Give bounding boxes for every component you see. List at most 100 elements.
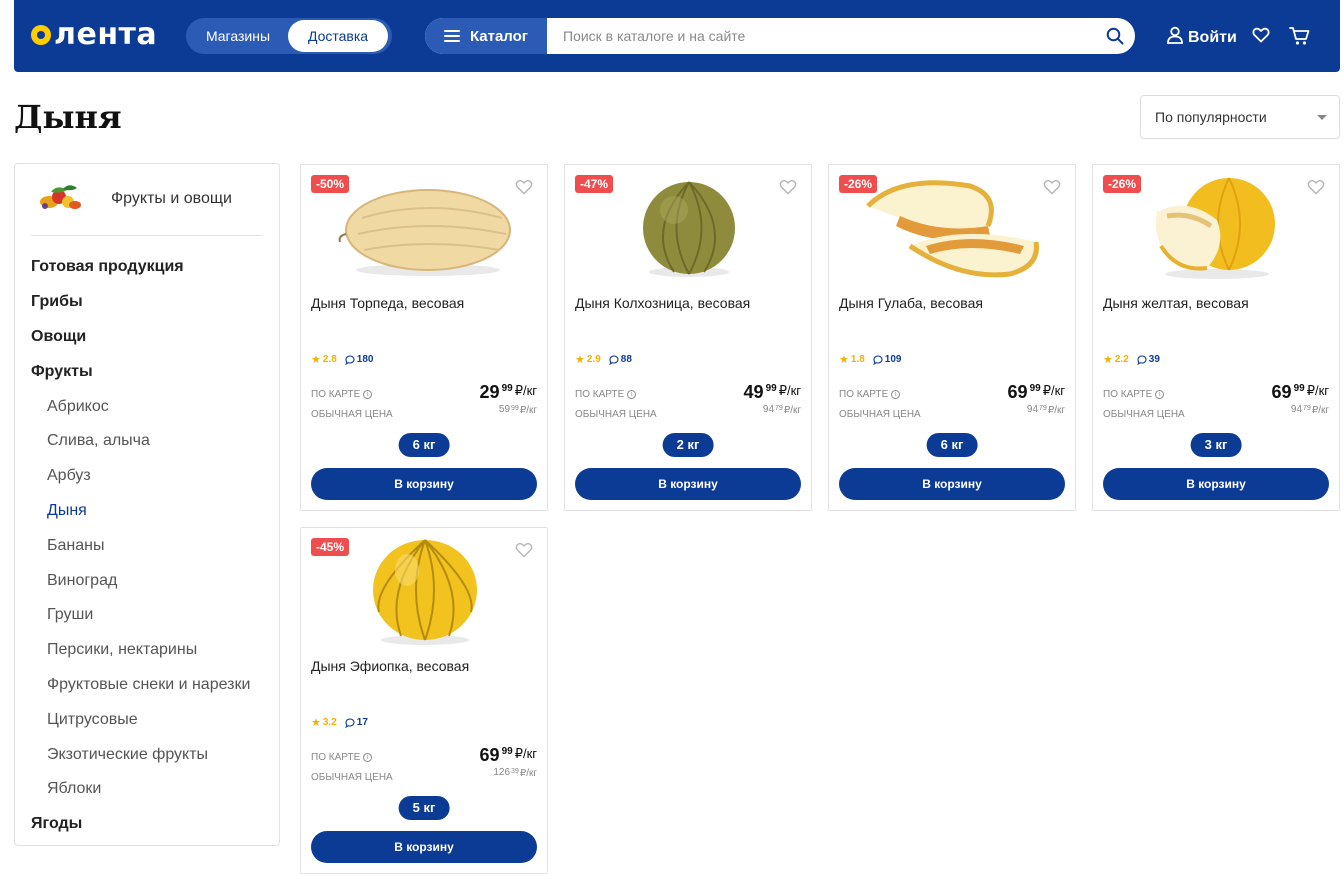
info-icon[interactable]: i — [363, 390, 373, 399]
product-name[interactable]: Дыня Торпеда, весовая — [311, 295, 464, 311]
product-card[interactable]: -26% Дыня желтая, весовая ★ 2.2 39 ПО КАРТЕ i О… — [1092, 164, 1340, 511]
card-price: 69 99 ₽/кг — [480, 746, 537, 764]
sidebar-item[interactable]: Арбуз — [31, 459, 271, 494]
weight-selector[interactable]: 5 кг — [398, 796, 450, 820]
comment-icon — [345, 717, 355, 728]
price-unit: ₽/кг — [1042, 383, 1065, 398]
cart-icon[interactable] — [1289, 26, 1311, 51]
add-to-cart-button[interactable]: В корзину — [1103, 468, 1329, 500]
yellow-melon-slice-image[interactable] — [1117, 173, 1317, 283]
sidebar-category-header[interactable]: Фрукты и овощи — [31, 180, 263, 236]
sliced-melon-image[interactable] — [853, 173, 1053, 283]
product-card[interactable]: -26% Дыня Гулаба, весовая ★ 1.8 109 ПО КАРТЕ i… — [828, 164, 1076, 511]
review-count: 17 — [356, 717, 368, 728]
add-to-cart-button[interactable]: В корзину — [311, 468, 537, 500]
round-green-melon-image[interactable] — [589, 173, 789, 283]
old-price-fraction: 79 — [775, 405, 783, 412]
product-name[interactable]: Дыня Гулаба, весовая — [839, 295, 983, 311]
product-name[interactable]: Дыня Эфиопка, весовая — [311, 658, 469, 674]
weight-selector[interactable]: 6 кг — [926, 433, 978, 457]
delivery-toggle[interactable]: Доставка — [288, 20, 388, 52]
price-integer: 49 — [743, 382, 764, 402]
card-price: 69 99 ₽/кг — [1008, 383, 1065, 401]
add-to-cart-button[interactable]: В корзину — [839, 468, 1065, 500]
price-integer: 69 — [479, 745, 500, 765]
weight-selector[interactable]: 6 кг — [398, 433, 450, 457]
info-icon[interactable]: i — [891, 390, 901, 399]
sidebar-item[interactable]: Слива, алыча — [31, 424, 271, 459]
card-price-label: ПО КАРТЕ i — [1103, 389, 1165, 400]
sidebar-item[interactable]: Яблоки — [31, 772, 271, 807]
add-to-cart-button[interactable]: В корзину — [575, 468, 801, 500]
price-unit: ₽/кг — [1306, 383, 1329, 398]
product-meta: ★ 2.9 88 — [575, 353, 632, 366]
reviews-link[interactable]: 109 — [873, 354, 902, 365]
price-fraction: 99 — [1029, 383, 1041, 394]
info-icon[interactable]: i — [627, 390, 637, 399]
sidebar-item[interactable]: Абрикос — [31, 389, 271, 424]
regular-price: 94 79 ₽/кг — [1027, 405, 1065, 417]
product-meta: ★ 2.2 39 — [1103, 353, 1160, 366]
reviews-link[interactable]: 180 — [345, 354, 373, 365]
logo[interactable]: лента — [30, 20, 157, 50]
info-icon[interactable]: i — [363, 753, 373, 762]
sidebar-item[interactable]: Овощи — [31, 320, 271, 355]
stores-toggle[interactable]: Магазины — [188, 20, 288, 52]
sidebar-item[interactable]: Персики, нектарины — [31, 633, 271, 668]
card-price: 29 99 ₽/кг — [480, 383, 537, 401]
sort-dropdown[interactable]: По популярности — [1140, 95, 1340, 139]
card-price: 49 99 ₽/кг — [744, 383, 801, 401]
weight-selector[interactable]: 3 кг — [1190, 433, 1242, 457]
info-icon[interactable]: i — [1155, 390, 1165, 399]
mode-switch: Магазины Доставка — [186, 18, 392, 54]
ribbed-yellow-melon-image[interactable] — [325, 536, 525, 646]
search-icon[interactable] — [1095, 18, 1135, 54]
price-fraction: 99 — [501, 383, 513, 394]
rating-value: 3.2 — [322, 717, 337, 728]
product-card[interactable]: -45% Дыня Эфиопка, весовая ★ 3.2 17 ПО КАРТЕ i… — [300, 527, 548, 874]
reviews-link[interactable]: 17 — [345, 717, 368, 728]
product-card[interactable]: -47% Дыня Колхозница, весовая ★ 2.9 88 ПО КАР… — [564, 164, 812, 511]
sidebar-item[interactable]: Бананы — [31, 528, 271, 563]
product-card[interactable]: -50% Дыня Торпеда, весовая ★ 2.8 180 ПО КАРТЕ… — [300, 164, 548, 511]
weight-selector[interactable]: 2 кг — [662, 433, 714, 457]
sidebar-item[interactable]: Виноград — [31, 563, 271, 598]
chevron-down-icon — [1317, 115, 1327, 120]
star-icon: ★ — [1103, 354, 1113, 366]
rating-value: 2.9 — [586, 354, 601, 365]
reviews-link[interactable]: 39 — [1137, 354, 1160, 365]
regular-price: 59 99 ₽/кг — [499, 405, 537, 417]
price-integer: 69 — [1271, 382, 1292, 402]
sidebar-item[interactable]: Груши — [31, 598, 271, 633]
sidebar-item[interactable]: Фруктовые снеки и нарезки — [31, 668, 271, 703]
torpedo-melon-image[interactable] — [325, 173, 525, 283]
sidebar-item[interactable]: Фрукты — [31, 354, 271, 389]
login-button[interactable]: Войти — [1166, 26, 1237, 49]
sidebar-item[interactable]: Экзотические фрукты — [31, 737, 271, 772]
rating-value: 1.8 — [850, 354, 865, 365]
sidebar-item[interactable]: Дыня — [31, 494, 271, 529]
review-count: 109 — [884, 354, 902, 365]
price-integer: 69 — [1007, 382, 1028, 402]
card-price-label: ПО КАРТЕ i — [311, 389, 373, 400]
product-name[interactable]: Дыня желтая, весовая — [1103, 295, 1249, 311]
comment-icon — [873, 354, 883, 365]
regular-price-label: ОБЫЧНАЯ ЦЕНА — [311, 409, 393, 420]
price-unit: ₽/кг — [514, 383, 537, 398]
regular-price: 126 39 ₽/кг — [493, 768, 537, 780]
comment-icon — [1137, 354, 1147, 365]
heart-icon[interactable] — [1252, 26, 1270, 49]
search-input[interactable] — [547, 18, 1095, 54]
sidebar-item[interactable]: Цитрусовые — [31, 702, 271, 737]
regular-price-label: ОБЫЧНАЯ ЦЕНА — [839, 409, 921, 420]
sidebar-item[interactable]: Грибы — [31, 285, 271, 320]
sidebar-item[interactable]: Готовая продукция — [31, 250, 271, 285]
reviews-link[interactable]: 88 — [609, 354, 632, 365]
old-price-unit: ₽/кг — [1311, 405, 1329, 416]
card-price-text: ПО КАРТЕ — [311, 752, 361, 763]
add-to-cart-button[interactable]: В корзину — [311, 831, 537, 863]
catalog-button[interactable]: Каталог — [425, 18, 547, 54]
product-name[interactable]: Дыня Колхозница, весовая — [575, 295, 750, 311]
old-price-unit: ₽/кг — [519, 405, 537, 416]
sidebar-item[interactable]: Ягоды — [31, 807, 271, 842]
